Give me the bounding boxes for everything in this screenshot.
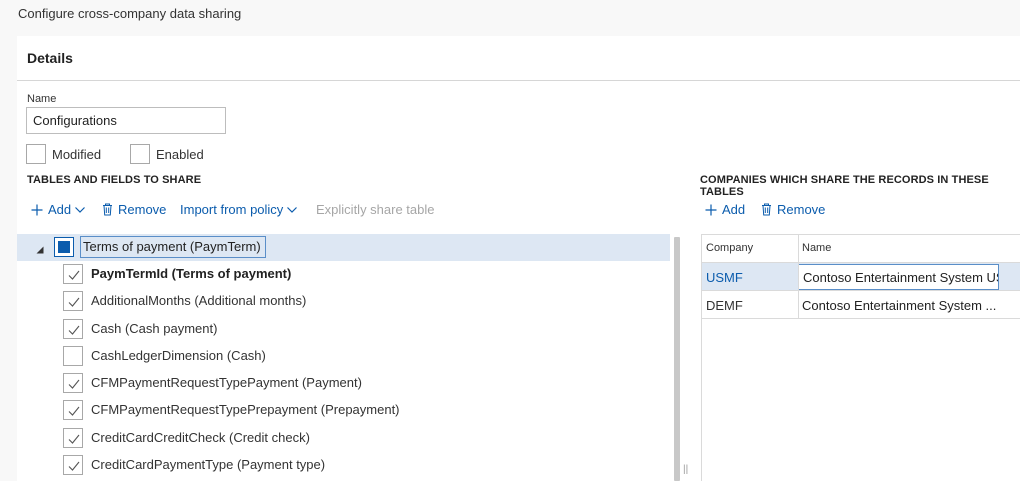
checkmark-icon [68,406,80,416]
tree-field-row[interactable]: CFMPaymentRequestTypePayment (Payment) [17,370,670,397]
name-label: Name [27,93,57,105]
add-table-label: Add [48,202,72,217]
trash-icon [761,203,772,216]
explicitly-share-table-label: Explicitly share table [316,202,435,217]
pane-splitter-handle[interactable]: || [683,464,688,475]
name-field[interactable]: Configurations [26,107,226,134]
field-label: CashLedgerDimension (Cash) [91,348,266,363]
tree-field-row[interactable]: PaymTermId (Terms of payment) [17,261,670,288]
enabled-checkbox-box[interactable] [130,144,150,164]
field-label: CreditCardCreditCheck (Credit check) [91,430,310,445]
company-cell[interactable]: USMF [706,270,743,285]
details-title: Details [27,50,73,66]
plus-icon [31,204,43,216]
field-checkbox[interactable] [63,291,83,311]
page-title: Configure cross-company data sharing [18,6,242,21]
tree-field-row[interactable]: CFMPaymentRequestTypePrepayment (Prepaym… [17,397,670,424]
trash-icon [102,203,113,216]
parent-table-checkbox[interactable] [54,237,74,257]
table-row[interactable]: USMF Contoso Entertainment System US [702,263,1020,291]
company-cell[interactable]: DEMF [706,298,743,313]
checkmark-icon [68,325,80,335]
field-checkbox[interactable] [63,346,83,366]
checkmark-icon [68,270,80,280]
tree-parent-row[interactable]: Terms of payment (PaymTerm) [17,234,670,261]
modified-checkbox-box[interactable] [26,144,46,164]
tree-field-row[interactable]: CreditCardCreditCheck (Credit check) [17,425,670,452]
tables-fields-tree: Terms of payment (PaymTerm) PaymTermId (… [17,234,670,481]
remove-table-button[interactable]: Remove [102,202,166,217]
tree-field-row[interactable]: AdditionalMonths (Additional months) [17,288,670,315]
remove-company-button[interactable]: Remove [761,202,825,217]
add-company-button[interactable]: Add [705,202,745,217]
field-label: AdditionalMonths (Additional months) [91,293,307,308]
table-row[interactable]: DEMF Contoso Entertainment System ... [702,291,1020,319]
field-label: PaymTermId (Terms of payment) [91,266,292,281]
companies-section-caption: COMPANIES WHICH SHARE THE RECORDS IN THE… [700,174,989,198]
collapse-triangle-icon[interactable] [35,243,45,254]
tree-field-row[interactable]: CashLedgerDimension (Cash) [17,343,670,370]
remove-company-label: Remove [777,202,826,217]
companies-grid: Company Name USMF Contoso Entertainment … [701,234,1020,481]
field-label: CFMPaymentRequestTypePayment (Payment) [91,375,362,390]
remove-table-label: Remove [118,202,167,217]
field-checkbox[interactable] [63,264,83,284]
column-header-name[interactable]: Name [802,242,831,254]
tree-field-row[interactable]: Cash (Cash payment) [17,316,670,343]
field-checkbox[interactable] [63,400,83,420]
details-panel: Details Name Configurations Modified Ena… [17,36,1020,481]
tree-scrollbar[interactable] [674,237,680,481]
tree-field-row[interactable]: CreditCardPaymentType (Payment type) [17,452,670,479]
modified-checkbox[interactable]: Modified [26,143,101,165]
checkmark-icon [68,434,80,444]
tables-section-caption: TABLES AND FIELDS TO SHARE [27,174,202,186]
add-table-button[interactable]: Add [31,202,86,217]
checkmark-icon [68,461,80,471]
enabled-label: Enabled [156,146,204,162]
explicitly-share-table-button[interactable]: Explicitly share table [316,202,435,217]
details-header[interactable]: Details [17,36,1020,81]
import-from-policy-label: Import from policy [180,202,284,217]
parent-table-label: Terms of payment (PaymTerm) [80,236,266,258]
field-checkbox[interactable] [63,455,83,475]
enabled-checkbox[interactable]: Enabled [130,143,204,165]
column-divider [798,235,799,319]
checkmark-icon [68,297,80,307]
modified-label: Modified [52,146,102,162]
field-label: CFMPaymentRequestTypePrepayment (Prepaym… [91,402,400,417]
field-checkbox[interactable] [63,373,83,393]
field-label: Cash (Cash payment) [91,321,218,336]
field-label: CreditCardPaymentType (Payment type) [91,457,326,472]
plus-icon [705,204,717,216]
name-cell[interactable]: Contoso Entertainment System ... [802,298,998,313]
chevron-down-icon [287,206,298,213]
chevron-down-icon [75,206,86,213]
column-header-company[interactable]: Company [706,242,753,254]
import-from-policy-button[interactable]: Import from policy [180,202,298,217]
grid-header-row: Company Name [702,235,1020,263]
field-checkbox[interactable] [63,319,83,339]
name-cell-input[interactable]: Contoso Entertainment System US [798,264,999,290]
field-checkbox[interactable] [63,428,83,448]
add-company-label: Add [722,202,746,217]
checkmark-icon [68,379,80,389]
